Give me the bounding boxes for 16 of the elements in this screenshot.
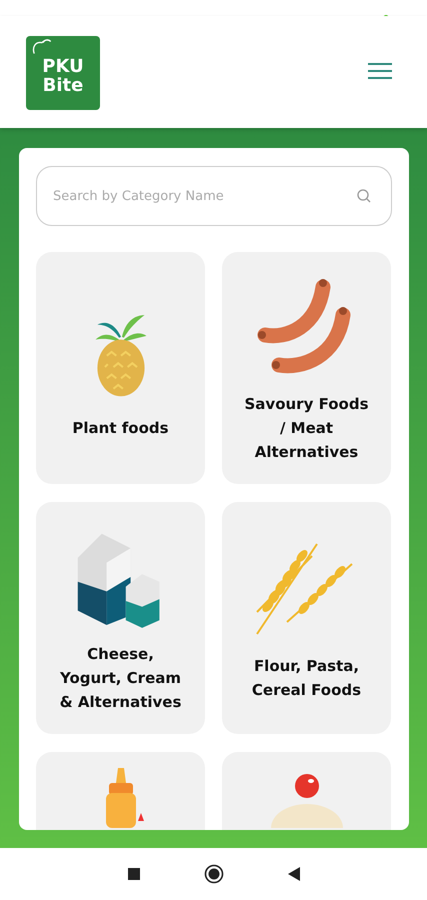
back-button[interactable] [288, 867, 300, 881]
category-card[interactable]: Savoury Foods / Meat Alternatives [222, 252, 391, 484]
search-field[interactable]: Search by Category Name [36, 166, 392, 226]
category-card[interactable]: Plant foods [36, 252, 205, 484]
menu-button[interactable] [367, 62, 393, 80]
category-label: Plant foods [71, 418, 170, 439]
category-label: Cheese, Yogurt, Cream & Alternatives [58, 644, 182, 713]
recents-button[interactable] [128, 868, 140, 880]
category-card[interactable]: Cheese, Yogurt, Cream & Alternatives [36, 502, 205, 734]
apple-outline-icon [32, 38, 54, 56]
category-card[interactable]: Flour, Pasta, Cereal Foods [222, 502, 391, 734]
category-label: Flour, Pasta, Cereal Foods [250, 656, 362, 701]
home-button[interactable] [204, 864, 224, 884]
logo-text: PKU Bite [42, 57, 84, 95]
search-icon [356, 188, 372, 204]
category-label: Savoury Foods / Meat Alternatives [244, 394, 370, 463]
